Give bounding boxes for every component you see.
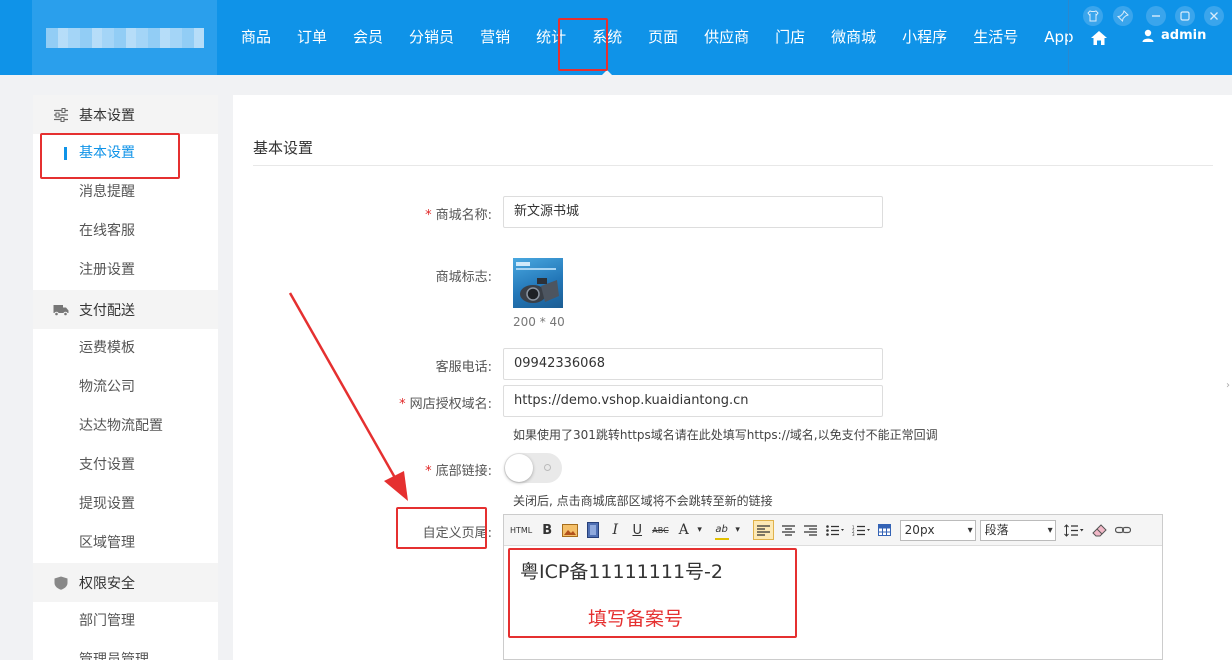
- page-title: 基本设置: [253, 139, 314, 157]
- chevron-down-icon[interactable]: ▾: [731, 520, 745, 540]
- editor-toolbar: HTML B I U ABC A ▾ ab ▾ 1 2 3 20px ▾ 段落 …: [504, 515, 1162, 546]
- close-icon[interactable]: [1204, 6, 1224, 26]
- domain-hint: 如果使用了301跳转https域名请在此处填写https://域名,以免支付不能…: [513, 428, 938, 442]
- sidebar: 基本设置 基本设置 消息提醒 在线客服 注册设置 支付配送 运费模板 物流公司 …: [33, 95, 218, 660]
- nav-lifeaccount[interactable]: 生活号: [965, 0, 1026, 75]
- sidebar-item-payment-settings[interactable]: 支付设置: [33, 446, 218, 485]
- nav-micromall[interactable]: 微商城: [823, 0, 884, 75]
- numbered-list-icon[interactable]: 123: [852, 520, 870, 540]
- sidebar-item-region-management[interactable]: 区域管理: [33, 524, 218, 563]
- truck-icon: [53, 304, 69, 316]
- shield-icon: [54, 576, 68, 590]
- line-height-icon[interactable]: [1063, 520, 1084, 540]
- image-icon[interactable]: [562, 520, 579, 540]
- highlight-box-custom-footer-label: [396, 507, 487, 549]
- table-icon[interactable]: [878, 520, 892, 540]
- sidebar-item-dada-logistics[interactable]: 达达物流配置: [33, 407, 218, 446]
- required-mark: *: [425, 464, 432, 479]
- footer-link-hint: 关闭后, 点击商城底部区域将不会跳转至新的链接: [513, 494, 773, 508]
- window-separator: [1068, 0, 1069, 75]
- minimize-icon[interactable]: [1146, 6, 1166, 26]
- username: admin: [1161, 28, 1207, 43]
- nav-marketing[interactable]: 营销: [472, 0, 518, 75]
- sidebar-item-admin-management[interactable]: 管理员管理: [33, 641, 218, 660]
- nav-app[interactable]: App: [1036, 0, 1081, 75]
- home-icon[interactable]: [1090, 30, 1108, 46]
- highlight-box-basic-settings: [40, 133, 180, 179]
- scroll-arrow-icon[interactable]: ›: [1226, 380, 1232, 394]
- bold-button[interactable]: B: [540, 520, 554, 540]
- annotation-note: 填写备案号: [588, 608, 684, 630]
- domain-input[interactable]: https://demo.vshop.kuaidiantong.cn: [503, 385, 883, 417]
- shirt-icon[interactable]: [1083, 6, 1103, 26]
- link-icon[interactable]: [1114, 520, 1131, 540]
- shop-name-label: * 商城名称:: [425, 208, 492, 223]
- sidebar-item-withdraw-settings[interactable]: 提现设置: [33, 485, 218, 524]
- highlight-box-system-nav: [558, 18, 608, 71]
- required-mark: *: [425, 208, 432, 223]
- nav-miniprogram[interactable]: 小程序: [894, 0, 955, 75]
- font-size-select[interactable]: 20px: [899, 519, 976, 541]
- svg-text:3: 3: [852, 532, 855, 536]
- nav-stores[interactable]: 门店: [767, 0, 813, 75]
- sidebar-section-payment[interactable]: 支付配送: [33, 290, 218, 329]
- sidebar-section-security[interactable]: 权限安全: [33, 563, 218, 602]
- eraser-icon[interactable]: [1091, 520, 1107, 540]
- main-nav: 商品 订单 会员 分销员 营销 统计 系统 页面 供应商 门店 微商城 小程序 …: [233, 0, 1092, 75]
- sidebar-item-registration[interactable]: 注册设置: [33, 251, 218, 290]
- paragraph-select[interactable]: 段落: [979, 519, 1056, 541]
- toggle-off-indicator: [544, 464, 551, 471]
- html-source-button[interactable]: HTML: [510, 520, 532, 540]
- chevron-down-icon[interactable]: ▾: [693, 520, 707, 540]
- annotation-arrow-icon: [288, 292, 408, 501]
- nav-suppliers[interactable]: 供应商: [696, 0, 757, 75]
- user-icon: [1142, 29, 1154, 42]
- top-navbar: 商品 订单 会员 分销员 营销 统计 系统 页面 供应商 门店 微商城 小程序 …: [0, 0, 1232, 75]
- highlight-button[interactable]: ab: [714, 520, 729, 540]
- bullet-list-icon[interactable]: [825, 520, 844, 540]
- toggle-knob: [505, 454, 533, 482]
- sidebar-section-basic[interactable]: 基本设置: [33, 95, 218, 134]
- sidebar-item-logistics-company[interactable]: 物流公司: [33, 368, 218, 407]
- shop-logo-image[interactable]: [513, 258, 563, 308]
- font-color-button[interactable]: A: [677, 520, 691, 540]
- nav-pages[interactable]: 页面: [640, 0, 686, 75]
- footer-link-toggle[interactable]: [504, 453, 562, 483]
- nav-orders[interactable]: 订单: [289, 0, 335, 75]
- strikethrough-button[interactable]: ABC: [652, 520, 668, 540]
- shop-logo-label: 商城标志:: [435, 270, 492, 285]
- align-center-icon[interactable]: [782, 520, 796, 540]
- sidebar-item-shipping-template[interactable]: 运费模板: [33, 329, 218, 368]
- title-divider: [253, 165, 1213, 166]
- italic-button[interactable]: I: [608, 520, 622, 540]
- logo-size-hint: 200 * 40: [513, 315, 565, 329]
- maximize-icon[interactable]: [1175, 6, 1195, 26]
- blurred-logo: [46, 28, 204, 48]
- sidebar-section-title: 基本设置: [79, 107, 135, 124]
- sidebar-item-department[interactable]: 部门管理: [33, 602, 218, 641]
- align-right-icon[interactable]: [804, 520, 818, 540]
- video-icon[interactable]: [586, 520, 600, 540]
- nav-members[interactable]: 会员: [345, 0, 391, 75]
- align-left-icon[interactable]: [752, 520, 774, 540]
- user-menu[interactable]: admin: [1142, 28, 1206, 43]
- phone-input[interactable]: 09942336068: [503, 348, 883, 380]
- shop-name-input[interactable]: 新文源书城: [503, 196, 883, 228]
- sidebar-section-title: 支付配送: [79, 302, 135, 319]
- sliders-icon: [54, 107, 68, 122]
- sidebar-section-title: 权限安全: [79, 575, 135, 592]
- underline-button[interactable]: U: [630, 520, 644, 540]
- sidebar-item-online-service[interactable]: 在线客服: [33, 212, 218, 251]
- nav-distributors[interactable]: 分销员: [401, 0, 462, 75]
- nav-goods[interactable]: 商品: [233, 0, 279, 75]
- pin-icon[interactable]: [1113, 6, 1133, 26]
